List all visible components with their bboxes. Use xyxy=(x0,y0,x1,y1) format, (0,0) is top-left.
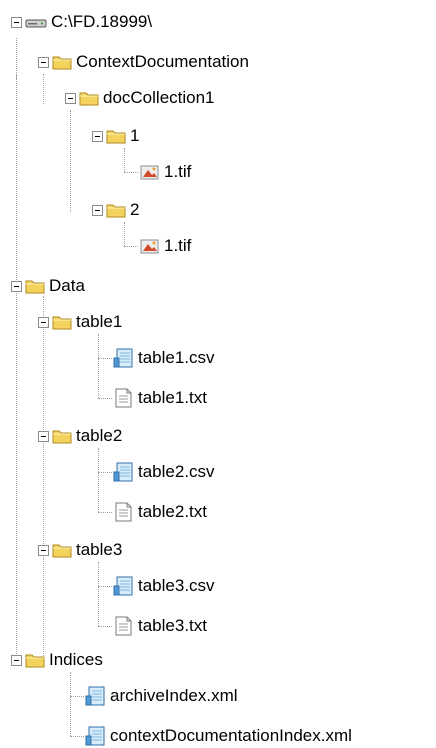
collapse-toggle[interactable] xyxy=(38,544,49,556)
collapse-toggle[interactable] xyxy=(65,92,76,104)
tree-node-file-csv[interactable]: table2.csv xyxy=(112,460,215,484)
tree-node-root[interactable]: C:\FD.18999\ xyxy=(11,10,152,34)
tree-connector xyxy=(124,222,125,246)
tree-node-table3[interactable]: table3 xyxy=(38,538,122,562)
tree-node-folder-1[interactable]: 1 xyxy=(92,124,139,148)
tree-connector xyxy=(124,246,138,247)
tree-node-file-csv[interactable]: table1.csv xyxy=(112,346,215,370)
data-file-icon xyxy=(112,348,134,368)
folder-icon xyxy=(106,202,126,218)
tree-node-file-txt[interactable]: table2.txt xyxy=(112,500,207,524)
tree-connector xyxy=(98,358,112,359)
folder-icon xyxy=(106,128,126,144)
tree-connector xyxy=(70,110,71,212)
tree-node-data[interactable]: Data xyxy=(11,274,85,298)
file-tree: C:\FD.18999\ ContextDocumentation docCol… xyxy=(0,0,436,746)
tree-node-label: table2 xyxy=(76,426,123,445)
tree-connector xyxy=(16,286,17,660)
collapse-toggle[interactable] xyxy=(38,316,49,328)
tree-connector xyxy=(16,38,17,79)
tree-node-label: table1 xyxy=(76,312,123,331)
tree-node-label: table2.txt xyxy=(138,502,207,521)
tree-connector xyxy=(70,696,84,697)
folder-icon xyxy=(52,542,72,558)
tree-node-label: Data xyxy=(49,276,85,295)
tree-node-label: 1 xyxy=(130,126,140,145)
tree-node-context-documentation[interactable]: ContextDocumentation xyxy=(38,50,249,74)
tree-connector xyxy=(124,148,125,172)
data-file-icon xyxy=(112,576,134,596)
collapse-toggle[interactable] xyxy=(38,430,49,442)
tree-node-file-txt[interactable]: table1.txt xyxy=(112,386,207,410)
tree-node-label: 1.tif xyxy=(164,162,192,181)
collapse-toggle[interactable] xyxy=(92,204,103,216)
tree-node-indices[interactable]: Indices xyxy=(11,648,103,672)
tree-connector xyxy=(98,562,99,626)
tree-node-table2[interactable]: table2 xyxy=(38,424,122,448)
tree-node-file-xml[interactable]: contextDocumentationIndex.xml xyxy=(84,724,352,748)
tree-node-label: docCollection1 xyxy=(103,88,215,107)
folder-icon xyxy=(25,652,45,668)
collapse-toggle[interactable] xyxy=(92,130,103,142)
tree-node-label: table3.csv xyxy=(138,576,215,595)
tree-connector xyxy=(98,398,112,399)
collapse-toggle[interactable] xyxy=(38,56,49,68)
tree-node-label: ContextDocumentation xyxy=(76,52,249,71)
collapse-toggle[interactable] xyxy=(11,280,22,292)
text-file-icon xyxy=(112,502,134,522)
folder-icon xyxy=(52,314,72,330)
data-file-icon xyxy=(84,726,106,746)
tree-node-file-txt[interactable]: table3.txt xyxy=(112,614,207,638)
tree-node-label: archiveIndex.xml xyxy=(110,686,238,705)
folder-icon xyxy=(52,54,72,70)
collapse-toggle[interactable] xyxy=(11,16,22,28)
tree-connector xyxy=(98,586,112,587)
tree-connector xyxy=(98,512,112,513)
tree-connector xyxy=(98,626,112,627)
image-file-icon xyxy=(140,238,160,254)
tree-connector xyxy=(43,296,44,660)
tree-connector xyxy=(98,472,112,473)
text-file-icon xyxy=(112,388,134,408)
tree-connector xyxy=(98,334,99,398)
tree-node-file-csv[interactable]: table3.csv xyxy=(112,574,215,598)
data-file-icon xyxy=(112,462,134,482)
tree-node-label: Indices xyxy=(49,650,103,669)
tree-connector xyxy=(43,74,44,104)
tree-node-folder-2[interactable]: 2 xyxy=(92,198,139,222)
tree-node-file-tif[interactable]: 1.tif xyxy=(140,160,191,184)
tree-connector xyxy=(70,672,71,736)
folder-icon xyxy=(25,278,45,294)
tree-node-label: contextDocumentationIndex.xml xyxy=(110,726,352,745)
data-file-icon xyxy=(84,686,106,706)
tree-node-label: table1.txt xyxy=(138,388,207,407)
tree-node-label: C:\FD.18999\ xyxy=(51,12,153,31)
folder-icon xyxy=(52,428,72,444)
tree-connector xyxy=(70,736,84,737)
tree-node-table1[interactable]: table1 xyxy=(38,310,122,334)
tree-node-label: table3.txt xyxy=(138,616,207,635)
drive-icon xyxy=(25,14,47,30)
tree-connector xyxy=(98,448,99,512)
tree-node-label: 1.tif xyxy=(164,236,192,255)
image-file-icon xyxy=(140,164,160,180)
collapse-toggle[interactable] xyxy=(11,654,22,666)
folder-icon xyxy=(79,90,99,106)
tree-node-label: table1.csv xyxy=(138,348,215,367)
text-file-icon xyxy=(112,616,134,636)
tree-node-doc-collection[interactable]: docCollection1 xyxy=(65,86,215,110)
tree-connector xyxy=(16,74,17,286)
tree-node-file-tif[interactable]: 1.tif xyxy=(140,234,191,258)
tree-node-label: table2.csv xyxy=(138,462,215,481)
tree-connector xyxy=(124,172,138,173)
tree-node-label: 2 xyxy=(130,200,140,219)
tree-node-label: table3 xyxy=(76,540,123,559)
tree-node-file-xml[interactable]: archiveIndex.xml xyxy=(84,684,238,708)
